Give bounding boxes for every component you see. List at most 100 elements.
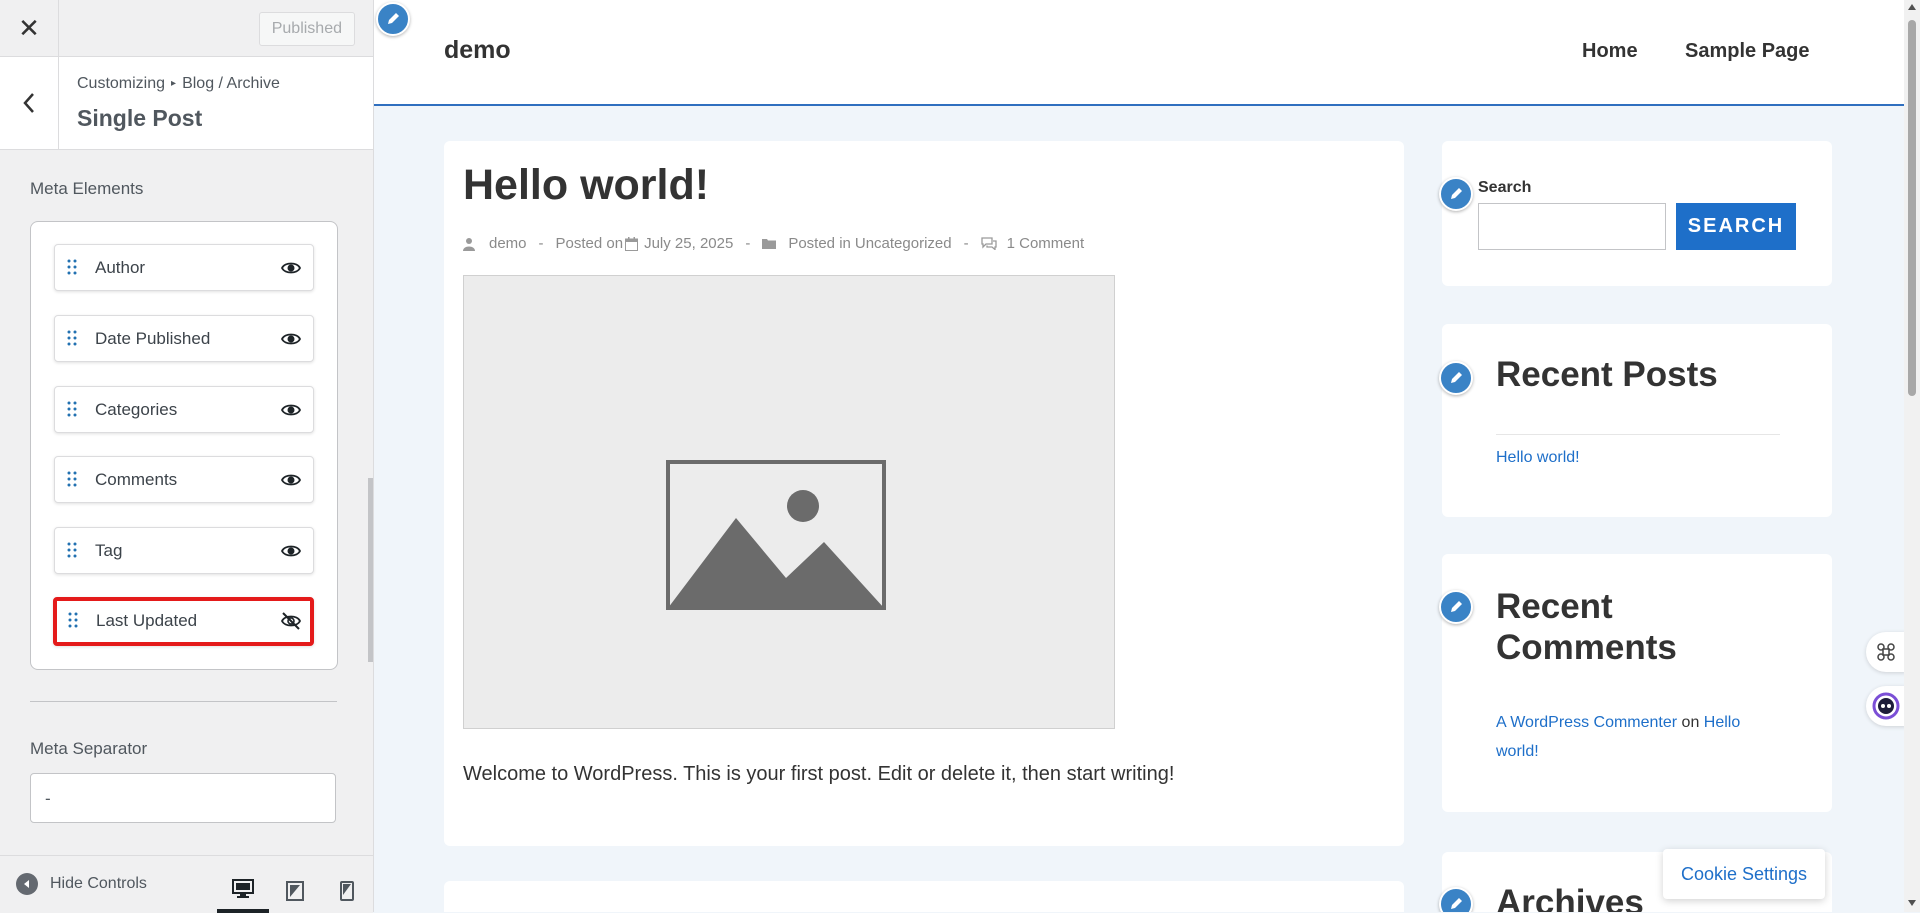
meta-separator: - [745,235,751,252]
breadcrumb-root: Customizing [77,75,166,92]
meta-elements-label: Meta Elements [30,179,144,198]
desktop-icon [232,878,254,898]
meta-item-label: Date Published [95,329,211,348]
edit-search-widget-button[interactable] [1439,177,1473,211]
recent-comments-widget: Recent Comments A WordPress Commenter on… [1442,554,1832,812]
post-article: Hello world! demo - Posted on July 25, 2… [444,141,1404,846]
site-preview: demo Home Sample Page Hello world! demo … [374,0,1904,912]
collapse-icon [16,873,38,895]
site-header: demo Home Sample Page [374,0,1904,106]
meta-item-date-published[interactable]: Date Published [54,315,314,362]
meta-item-author[interactable]: Author [54,244,314,291]
meta-item-tag[interactable]: Tag [54,527,314,574]
hide-controls-button[interactable]: Hide Controls [16,873,147,895]
meta-separator-input[interactable]: - [30,773,336,823]
calendar-icon [625,236,639,251]
hide-controls-label: Hide Controls [50,875,147,892]
search-widget: Search SEARCH [1442,141,1832,286]
meta-item-label: Last Updated [96,611,198,630]
pencil-icon [1451,898,1462,909]
divider [1496,434,1780,435]
close-customizer-button[interactable]: ✕ [0,0,59,56]
search-input[interactable] [1478,203,1666,250]
comments-icon [980,237,997,250]
chevron-left-icon [23,93,34,113]
site-title[interactable]: demo [444,36,511,65]
pencil-icon [1451,188,1462,199]
drag-handle-icon[interactable] [67,258,77,276]
eye-icon[interactable] [281,541,301,561]
device-desktop-button[interactable] [217,868,269,913]
search-button[interactable]: SEARCH [1676,203,1796,250]
image-placeholder-icon [666,460,886,610]
comment-on-text: on [1681,714,1700,731]
comment-author-link[interactable]: A WordPress Commenter [1496,714,1677,731]
breadcrumb-separator: ▸ [171,78,177,89]
page-scrollbar[interactable] [1904,0,1920,912]
posted-on-label: Posted on [555,235,624,252]
edit-recent-posts-button[interactable] [1439,361,1473,395]
archives-title: Archives [1496,883,1644,912]
drag-handle-icon[interactable] [67,329,77,347]
drag-handle-icon[interactable] [67,541,77,559]
section-title: Single Post [77,105,203,131]
meta-item-label: Tag [95,541,123,560]
recent-comment-entry: A WordPress Commenter on Hello world! [1496,708,1766,766]
nav-sample-page[interactable]: Sample Page [1685,40,1810,63]
user-icon [463,237,475,251]
featured-image[interactable] [463,275,1115,729]
meta-item-label: Author [95,258,146,277]
scroll-up-arrow-icon[interactable] [1908,4,1916,10]
breadcrumb: Customizing ▸ Blog / Archive [77,75,280,93]
cookie-settings-button[interactable]: Cookie Settings [1663,849,1825,899]
pencil-icon [1451,372,1462,383]
drag-handle-icon[interactable] [67,400,77,418]
comment-post-link-line1[interactable]: Hello [1704,714,1740,731]
drag-handle-icon[interactable] [68,611,78,629]
post-meta: demo - Posted on July 25, 2025 - Posted … [463,235,1084,252]
meta-item-categories[interactable]: Categories [54,386,314,433]
meta-item-label: Categories [95,400,178,419]
assistant-icon [1872,692,1900,720]
device-tablet-button[interactable] [269,868,321,913]
back-button[interactable] [0,57,59,149]
eye-icon[interactable] [281,400,301,420]
meta-item-last-updated[interactable]: Last Updated [53,597,314,646]
scroll-down-arrow-icon[interactable] [1908,900,1916,906]
recent-comments-title-line2: Comments [1496,628,1677,667]
recent-posts-title: Recent Posts [1496,355,1718,394]
post-comments-count[interactable]: 1 Comment [1007,235,1085,252]
recent-post-link[interactable]: Hello world! [1496,449,1580,467]
post-category[interactable]: Uncategorized [855,235,952,252]
eye-icon[interactable] [281,258,301,278]
post-author[interactable]: demo [489,235,527,252]
eye-hidden-icon[interactable] [281,611,301,631]
command-float-button[interactable] [1866,632,1904,672]
breadcrumb-parent: Blog / Archive [182,75,280,92]
edit-header-button[interactable] [376,2,410,36]
assistant-float-button[interactable] [1866,686,1904,726]
eye-icon[interactable] [281,470,301,490]
drag-handle-icon[interactable] [67,470,77,488]
device-mobile-button[interactable] [321,868,373,913]
nav-home[interactable]: Home [1582,40,1638,63]
meta-separator: - [538,235,544,252]
recent-comments-title: Recent Comments [1496,586,1677,668]
next-post-article [444,881,1404,912]
meta-item-comments[interactable]: Comments [54,456,314,503]
close-icon: ✕ [18,12,40,43]
post-date[interactable]: July 25, 2025 [644,235,733,252]
pencil-icon [388,13,399,24]
post-title[interactable]: Hello world! [463,161,709,210]
scrollbar-thumb[interactable] [1908,20,1916,396]
panel-scrollbar[interactable] [368,478,373,662]
mobile-icon [340,880,354,901]
post-excerpt: Welcome to WordPress. This is your first… [463,763,1175,785]
edit-recent-comments-button[interactable] [1439,590,1473,624]
recent-posts-widget: Recent Posts Hello world! [1442,324,1832,517]
command-icon [1877,643,1895,661]
published-button[interactable]: Published [258,12,355,46]
eye-icon[interactable] [281,329,301,349]
comment-post-link-line2[interactable]: world! [1496,743,1539,760]
pencil-icon [1451,601,1462,612]
